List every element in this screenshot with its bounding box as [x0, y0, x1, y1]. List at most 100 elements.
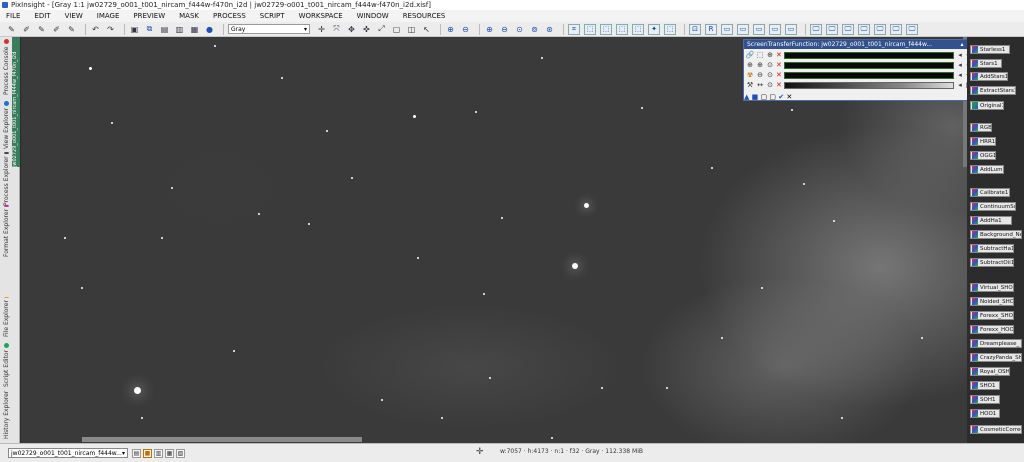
green-channel-icon[interactable]: ▭ [737, 23, 749, 35]
menu-edit[interactable]: EDIT [34, 12, 50, 20]
process-icon-item[interactable]: CrazyPanda_SH [970, 353, 1022, 362]
zoom-in-icon[interactable]: ⊕ [756, 61, 764, 69]
process-icon-item[interactable]: CosmeticCorrec [970, 425, 1022, 434]
new-preview-icon[interactable]: ▣ [129, 24, 140, 35]
menu-image[interactable]: IMAGE [97, 12, 120, 20]
l-icon[interactable]: ⊙ [766, 81, 774, 89]
process-icon-item[interactable]: AddLum1 [970, 165, 1004, 174]
sound-icon[interactable]: ◂ [956, 51, 964, 59]
zoom-fit-icon[interactable]: ✜ [361, 24, 372, 35]
screen-5-icon[interactable]: 🖵 [874, 23, 886, 35]
screen-7-icon[interactable]: 🖵 [906, 23, 918, 35]
process-icon-item[interactable]: Starless1 [970, 45, 1010, 54]
process-icon-item[interactable]: Calibrate1 [970, 188, 1010, 197]
pan-icon[interactable]: ✥ [346, 24, 357, 35]
fit-window-icon[interactable]: ◫ [406, 24, 417, 35]
apply-global-icon[interactable]: ■ [752, 93, 759, 101]
sound-icon[interactable]: ◂ [956, 71, 964, 79]
arrows-icon[interactable]: ↔ [756, 81, 764, 89]
process-icon-item[interactable]: HOO1 [970, 409, 1000, 418]
color-sphere-icon[interactable]: ● [204, 24, 215, 35]
selection-icon[interactable]: ⬚ [584, 23, 596, 35]
save-as-icon[interactable]: ✐ [51, 24, 62, 35]
screen-3-icon[interactable]: 🖵 [842, 23, 854, 35]
new-instance-icon[interactable]: ▲ [744, 93, 749, 101]
fit-view-icon[interactable]: ⤧ [331, 24, 342, 35]
process-icon-item[interactable]: Forexx_HOO1 [970, 325, 1014, 334]
layout-3-icon[interactable]: ▧ [176, 448, 185, 458]
image-window-tab[interactable]: jw02729_o001_t001_nircam_f444w_f470n_i2d [12, 37, 20, 167]
tab-view-explorer[interactable]: View Explorer [2, 99, 11, 151]
process-icon-item[interactable]: Virtual_SHO11 [970, 283, 1014, 292]
menu-view[interactable]: VIEW [65, 12, 83, 20]
menu-resources[interactable]: RESOURCES [403, 12, 446, 20]
process-icon-item[interactable]: SubtractOii1 [970, 258, 1014, 267]
undo-icon[interactable]: ↶ [90, 24, 101, 35]
screen-1-icon[interactable]: 🖵 [810, 23, 822, 35]
radioactive-icon[interactable]: ☢ [746, 71, 754, 79]
stf-shade-icon[interactable]: ▴ [958, 41, 966, 48]
track-view-icon[interactable]: ⊡ [689, 23, 701, 35]
blue-channel-icon[interactable]: ▭ [753, 23, 765, 35]
stf-slider-r[interactable] [784, 62, 954, 69]
tab-format-explorer[interactable]: Format Explorer [2, 205, 11, 257]
zoom-1-2-icon[interactable]: ⊚ [529, 24, 540, 35]
tab-process-explorer[interactable]: Process Explorer [2, 152, 11, 206]
process-icon-item[interactable]: HRR1 [970, 137, 996, 146]
star-icon[interactable]: ✦ [648, 23, 660, 35]
process-icon-item[interactable]: SubtractHa1 [970, 244, 1014, 253]
zoom-out-icon[interactable]: ⊖ [460, 24, 471, 35]
sound-icon[interactable]: ◂ [956, 61, 964, 69]
open-icon[interactable]: ✐ [21, 24, 32, 35]
magnify-icon[interactable]: ⊕ [746, 61, 754, 69]
menu-preview[interactable]: PREVIEW [133, 12, 165, 20]
luminance-icon[interactable]: ▭ [769, 23, 781, 35]
zoom-out-icon[interactable]: ⊖ [756, 71, 764, 79]
layout-icon[interactable]: ▥ [154, 448, 163, 458]
process-icon-item[interactable]: OGG1 [970, 151, 996, 160]
window-icon[interactable]: ▢ [391, 24, 402, 35]
link-channels-icon[interactable]: 🔗 [746, 51, 755, 59]
process-icon-item[interactable]: Royal_OSH1 [970, 367, 1010, 376]
apply-icon[interactable]: ✔ [778, 93, 784, 101]
mask-show-icon[interactable]: ▭ [785, 23, 797, 35]
process-icon-item[interactable]: Original1 [970, 101, 1004, 110]
g-icon[interactable]: ⊙ [766, 61, 774, 69]
menu-workspace[interactable]: WORKSPACE [299, 12, 343, 20]
process-icon-item[interactable]: SHO1 [970, 381, 1000, 390]
dynamic-icon[interactable]: ⬚ [616, 23, 628, 35]
browse-icon[interactable]: ▢ [769, 93, 776, 101]
zoom-out-2-icon[interactable]: ⊖ [499, 24, 510, 35]
copy-preview-icon[interactable]: ⬚ [664, 23, 676, 35]
screen-2-icon[interactable]: 🖵 [826, 23, 838, 35]
close-image-icon[interactable]: ✎ [66, 24, 77, 35]
stf-histogram-bar[interactable] [784, 82, 954, 89]
process-icon-item[interactable]: SOH1 [970, 395, 1000, 404]
display-mode-select[interactable]: Gray ▾ [228, 24, 310, 34]
copy-icon[interactable]: ▤ [159, 24, 170, 35]
zoom-1-4-icon[interactable]: ⊛ [544, 24, 555, 35]
preview-select-icon[interactable]: ⬚ [600, 23, 612, 35]
duplicate-icon[interactable]: ⧉ [144, 24, 155, 35]
stf-titlebar[interactable]: ScreenTransferFunction: jw02729_o001_t00… [744, 40, 974, 49]
process-icon-item[interactable]: Dreamplease_ [970, 339, 1022, 348]
process-icon-item[interactable]: AddHa1 [970, 216, 1012, 225]
readout-icon[interactable]: ⌗ [568, 23, 580, 35]
screen-6-icon[interactable]: 🖵 [890, 23, 902, 35]
horizontal-scrollbar[interactable] [82, 437, 362, 442]
process-icon-item[interactable]: RGB1 [970, 123, 992, 132]
save-icon[interactable]: ✎ [36, 24, 47, 35]
crosshair-icon[interactable]: ✛ [316, 24, 327, 35]
new-image-icon[interactable]: ✎ [6, 24, 17, 35]
redo-icon[interactable]: ↷ [105, 24, 116, 35]
reset-channel-icon[interactable]: ✕ [776, 61, 783, 69]
zoom-icon[interactable]: ⊕ [766, 51, 774, 59]
tab-script-editor[interactable]: Script Editor [2, 343, 11, 387]
menu-script[interactable]: SCRIPT [260, 12, 285, 20]
reset-channel-icon[interactable]: ✕ [776, 51, 783, 59]
process-icon-item[interactable]: ContinuumSub1 [970, 202, 1016, 211]
process-icon-item[interactable]: Noided_SHO1 [970, 297, 1014, 306]
menu-file[interactable]: FILE [6, 12, 20, 20]
tab-process-console[interactable]: Process Console [2, 39, 11, 95]
tab-history-explorer[interactable]: History Explorer [2, 389, 11, 439]
